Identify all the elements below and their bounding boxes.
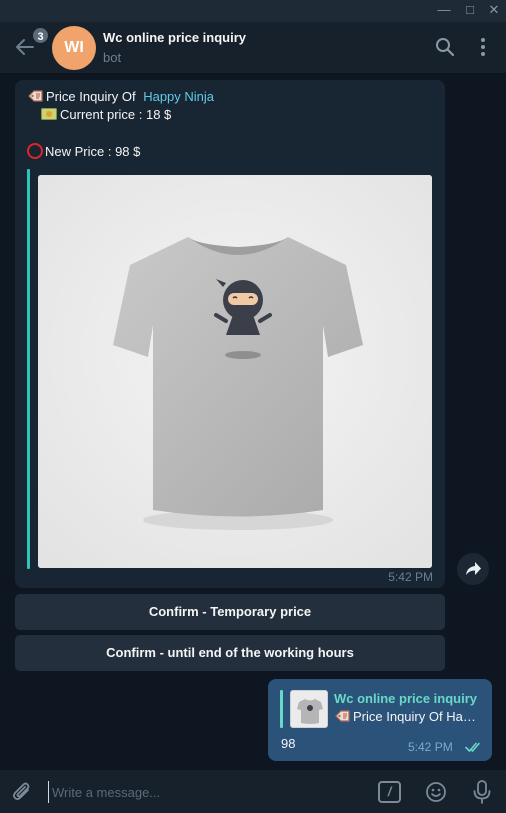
minimize-icon[interactable]: — <box>432 0 456 22</box>
red-circle-icon <box>27 143 43 159</box>
reply-sender-name: Wc online price inquiry <box>334 691 478 706</box>
emoji-icon[interactable] <box>425 781 447 803</box>
more-vertical-icon[interactable] <box>474 36 492 58</box>
search-icon[interactable] <box>434 36 456 58</box>
close-icon[interactable]: ✕ <box>482 0 506 22</box>
chat-title[interactable]: Wc online price inquiry <box>103 30 246 45</box>
window-titlebar: — □ ✕ <box>0 0 506 22</box>
money-icon <box>41 108 57 120</box>
incoming-time: 5:42 PM <box>388 570 433 584</box>
outgoing-time: 5:42 PM <box>408 740 453 754</box>
price-tag-icon <box>335 710 350 722</box>
confirm-temporary-price-button[interactable]: Confirm - Temporary price <box>15 594 445 630</box>
message-input[interactable] <box>48 781 368 803</box>
chat-header: 3 WI Wc online price inquiry bot <box>0 22 506 74</box>
current-price: Current price : 18 $ <box>60 107 172 122</box>
message-line-current-price: Current price : 18 $ <box>41 107 171 122</box>
preview-accent-bar <box>27 169 30 569</box>
message-composer: / <box>0 770 506 813</box>
bot-commands-icon[interactable]: / <box>378 781 401 803</box>
paperclip-icon[interactable] <box>11 780 33 804</box>
link-preview[interactable] <box>27 169 432 569</box>
new-price: New Price : 98 $ <box>45 144 141 159</box>
product-link[interactable]: Happy Ninja <box>143 89 214 104</box>
price-tag-icon <box>28 90 43 102</box>
chat-subtitle: bot <box>103 50 122 65</box>
outgoing-text: 98 <box>281 736 296 751</box>
message-prefix: Price Inquiry Of <box>46 89 140 104</box>
maximize-icon[interactable]: □ <box>458 0 482 22</box>
reply-accent-bar <box>280 690 283 728</box>
confirm-working-hours-button[interactable]: Confirm - until end of the working hours <box>15 635 445 671</box>
tshirt-image <box>38 175 432 568</box>
avatar[interactable]: WI <box>52 26 96 70</box>
message-line-new-price: New Price : 98 $ <box>27 143 140 159</box>
share-icon[interactable] <box>457 553 489 585</box>
microphone-icon[interactable] <box>471 779 493 805</box>
message-line-product: Price Inquiry Of Happy Ninja <box>27 89 214 104</box>
unread-badge: 3 <box>31 26 50 45</box>
chat-area[interactable]: Price Inquiry Of Happy Ninja Current pri… <box>0 74 506 770</box>
product-image[interactable] <box>38 175 432 568</box>
reply-snippet: Price Inquiry Of Happy Ninja <box>334 709 482 724</box>
reply-thumbnail[interactable] <box>290 690 328 728</box>
reply-snippet-text: Price Inquiry Of Happy Ninja <box>353 709 482 724</box>
double-check-icon <box>465 742 480 752</box>
tshirt-thumbnail <box>291 691 327 727</box>
outgoing-message: Wc online price inquiry Price Inquiry Of… <box>268 679 492 761</box>
incoming-message: Price Inquiry Of Happy Ninja Current pri… <box>15 80 445 588</box>
